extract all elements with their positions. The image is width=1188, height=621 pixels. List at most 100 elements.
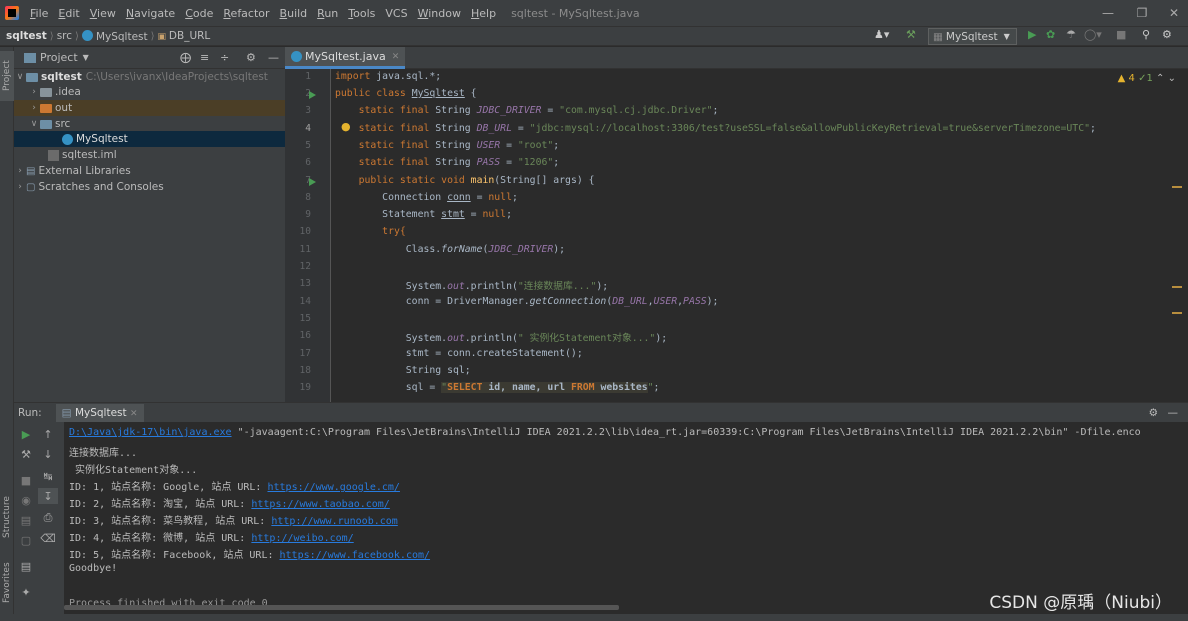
tab-favorites-tool[interactable]: Favorites	[0, 555, 14, 611]
scroll-to-end-icon[interactable]: ↧	[38, 488, 58, 504]
tab-project-tool[interactable]: Project	[0, 51, 14, 101]
run-settings-icon[interactable]: ⚙	[1149, 407, 1158, 419]
settings-gear-icon[interactable]: ⚙	[1162, 28, 1172, 41]
pin-icon[interactable]: ✦	[16, 584, 36, 600]
console-output-row: ID: 5, 站点名称: Facebook, 站点 URL: https://w…	[69, 550, 431, 561]
warning-marker[interactable]	[1172, 186, 1182, 188]
url-link[interactable]: https://www.taobao.com/	[251, 499, 389, 510]
menu-file[interactable]: File	[25, 7, 53, 20]
line-number: 18	[299, 365, 311, 376]
url-link[interactable]: https://www.google.cm/	[267, 482, 399, 493]
warning-marker[interactable]	[1172, 286, 1182, 288]
chevron-down-icon[interactable]: ▼	[83, 53, 89, 62]
scroll-down-icon[interactable]: ↓	[38, 446, 58, 462]
code-editor[interactable]: 1 2 3 4 5 6 7 8 9 10 11 12 13 14 15 16 1…	[285, 69, 1188, 402]
menu-edit[interactable]: Edit	[53, 7, 84, 20]
breadcrumb-field[interactable]: ▣ DB_URL	[155, 30, 214, 42]
menu-tools[interactable]: Tools	[343, 7, 380, 20]
tree-item-sqltest[interactable]: ∨ sqltest C:\Users\ivanx\IdeaProjects\sqlt…	[14, 69, 285, 85]
console-output-row: ID: 4, 站点名称: 微博, 站点 URL: http://weibo.co…	[69, 533, 354, 544]
close-icon[interactable]: ✕	[1156, 0, 1188, 26]
soft-wrap-icon[interactable]: ↹	[38, 468, 58, 484]
camera-icon[interactable]: ◉	[16, 492, 36, 508]
panel-settings-icon[interactable]: ⚙	[246, 51, 256, 64]
minimize-icon[interactable]: —	[1090, 0, 1126, 26]
tree-item-sqltest-iml[interactable]: sqltest.iml	[14, 147, 285, 163]
breadcrumb-project[interactable]: sqltest	[0, 30, 50, 42]
hide-panel-icon[interactable]: —	[1168, 407, 1179, 419]
tab-structure-tool[interactable]: Structure	[0, 487, 14, 547]
code-line: try{	[335, 226, 406, 237]
menu-build[interactable]: Build	[275, 7, 313, 20]
url-link[interactable]: http://www.runoob.com	[271, 516, 397, 527]
project-panel-header: Project ▼ ⨁ ≡ ÷ ⚙ —	[14, 47, 285, 69]
hide-panel-icon[interactable]: —	[268, 51, 279, 64]
chevron-down-icon[interactable]: ∨	[28, 119, 40, 129]
restore-layout-icon[interactable]: ▢	[16, 532, 36, 548]
tree-item-out[interactable]: › out	[14, 100, 285, 116]
menu-view[interactable]: View	[85, 7, 121, 20]
profile-icon[interactable]: ◯▾	[1084, 28, 1102, 41]
close-tab-icon[interactable]: ✕	[130, 409, 138, 419]
inspection-widget[interactable]: ▲ 4 ✓1 ⌃ ⌄	[1118, 73, 1176, 84]
menu-vcs[interactable]: VCS	[380, 7, 412, 20]
java-exe-link[interactable]: D:\Java\jdk-17\bin\java.exe	[69, 427, 232, 438]
folder-icon	[40, 103, 52, 113]
line-number: 14	[299, 296, 311, 307]
run-tab-mysqltest[interactable]: ▤ MySqltest ✕	[55, 403, 144, 422]
tab-mysqltest-java[interactable]: MySqltest.java ✕	[285, 47, 406, 69]
url-link[interactable]: http://weibo.com/	[251, 533, 353, 544]
dump-threads-icon[interactable]: ▤	[16, 512, 36, 528]
menu-help[interactable]: Help	[466, 7, 501, 20]
rerun-icon[interactable]: ▶	[16, 426, 36, 442]
chevron-down-icon[interactable]: ∨	[14, 72, 26, 82]
scroll-up-icon[interactable]: ↑	[38, 426, 58, 442]
breadcrumb-src[interactable]: src	[54, 30, 75, 42]
stop-icon[interactable]: ■	[1116, 28, 1126, 41]
menu-window[interactable]: Window	[413, 7, 466, 20]
tree-item-idea[interactable]: › .idea	[14, 84, 285, 100]
chevron-right-icon[interactable]: ›	[14, 182, 26, 192]
run-gutter-icon[interactable]	[309, 178, 316, 186]
debug-icon[interactable]: ✿	[1046, 28, 1055, 41]
menu-code[interactable]: Code	[180, 7, 218, 20]
collapse-all-icon[interactable]: ÷	[220, 51, 229, 64]
tree-item-scratches[interactable]: › ▢ Scratches and Consoles	[14, 179, 285, 195]
console-output-row: ID: 2, 站点名称: 淘宝, 站点 URL: https://www.tao…	[69, 499, 390, 510]
wrench-icon[interactable]: ⚒	[16, 446, 36, 462]
run-gutter-icon[interactable]	[309, 91, 316, 99]
chevron-right-icon[interactable]: ›	[28, 103, 40, 113]
menu-navigate[interactable]: Navigate	[121, 7, 180, 20]
chevron-right-icon[interactable]: ›	[14, 166, 26, 176]
console-icon: ▤	[61, 406, 75, 419]
locate-icon[interactable]: ⨁	[180, 51, 191, 64]
user-icon[interactable]: ♟▾	[874, 28, 889, 41]
project-view-select[interactable]: Project	[40, 51, 78, 64]
menu-refactor[interactable]: Refactor	[218, 7, 274, 20]
coverage-icon[interactable]: ☂	[1066, 28, 1076, 41]
menu-run[interactable]: Run	[312, 7, 343, 20]
tree-item-src[interactable]: ∨ src	[14, 116, 285, 132]
tree-item-mysqltest[interactable]: MySqltest	[14, 131, 285, 147]
maximize-icon[interactable]: ❐	[1124, 0, 1160, 26]
warning-marker[interactable]	[1172, 312, 1182, 314]
run-icon[interactable]: ▶	[1028, 28, 1036, 41]
close-tab-icon[interactable]: ✕	[392, 52, 400, 62]
search-icon[interactable]: ⚲	[1142, 28, 1150, 41]
print-icon[interactable]: ⎙	[38, 510, 58, 526]
url-link[interactable]: https://www.facebook.com/	[280, 550, 431, 561]
code-line: System.out.println(" 实例化Statement对象...")…	[335, 333, 668, 344]
navigation-bar: sqltest ⟩ src ⟩ MySqltest ⟩ ▣ DB_URL ♟▾ …	[0, 26, 1188, 46]
class-icon	[291, 51, 302, 62]
build-hammer-icon[interactable]: ⚒	[906, 28, 916, 41]
expand-all-icon[interactable]: ≡	[200, 51, 209, 64]
layout-icon[interactable]: ▤	[16, 558, 36, 574]
clear-all-icon[interactable]: ⌫	[38, 530, 58, 546]
code-line: static final String USER = "root";	[335, 140, 560, 151]
breadcrumb-class[interactable]: MySqltest	[79, 29, 151, 43]
stop-icon[interactable]: ■	[16, 472, 36, 488]
chevron-right-icon[interactable]: ›	[28, 87, 40, 97]
console-horizontal-scrollbar[interactable]	[64, 605, 619, 610]
tree-item-external-libraries[interactable]: › ▤ External Libraries	[14, 163, 285, 179]
run-configuration-select[interactable]: ▦ MySqltest ▼	[928, 28, 1017, 45]
